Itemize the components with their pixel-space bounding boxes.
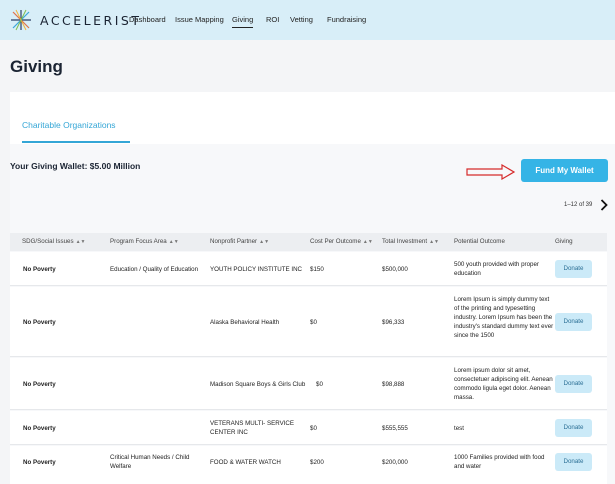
sort-icon: ▲▼	[429, 239, 439, 245]
header-sdg-social-issues[interactable]: SDG/Social Issues ▲▼	[22, 238, 86, 245]
pagination-info: 1–12 of 39	[564, 202, 593, 208]
donate-button[interactable]: Donate	[555, 313, 592, 331]
nav-item-roi[interactable]: ROI	[266, 15, 279, 24]
cell-issue: No Poverty	[23, 266, 56, 273]
donate-button[interactable]: Donate	[555, 375, 592, 393]
header-cost-per-outcome[interactable]: Cost Per Outcome ▲▼	[310, 238, 373, 245]
sort-icon: ▲▼	[259, 239, 270, 245]
tab-bar: Charitable Organizations	[10, 92, 615, 144]
cell-investment: $98,888	[382, 381, 405, 388]
cell-outcome: test	[454, 425, 464, 432]
cell-cost: $150	[310, 266, 324, 273]
cell-investment: $555,555	[382, 425, 408, 432]
cell-partner: VETERANS MULTI- SERVICE CENTER INC	[210, 420, 295, 436]
top-nav: ACCELERIST Dashboard Issue Mapping Givin…	[0, 0, 615, 40]
table-row: No Poverty Alaska Behavioral Health $0 $…	[10, 287, 607, 357]
table-row: No Poverty Madison Square Boys & Girls C…	[10, 358, 607, 410]
cell-outcome: Lorem ipsum dolor sit amet, consectetuer…	[454, 367, 553, 401]
nav-item-fundraising[interactable]: Fundraising	[327, 15, 366, 24]
cell-issue: No Poverty	[23, 459, 56, 466]
header-program-focus-area[interactable]: Program Focus Area ▲▼	[110, 238, 179, 245]
donate-button[interactable]: Donate	[555, 453, 592, 471]
donate-button[interactable]: Donate	[555, 260, 592, 278]
sort-icon: ▲▼	[168, 239, 179, 245]
cell-investment: $500,000	[382, 266, 408, 273]
nav-item-dashboard[interactable]: Dashboard	[129, 15, 166, 24]
header-total-investment[interactable]: Total Investment ▲▼	[382, 238, 439, 245]
page-title: Giving	[10, 57, 63, 76]
nav-item-vetting[interactable]: Vetting	[290, 15, 313, 24]
cell-partner: YOUTH POLICY INSTITUTE INC	[210, 266, 303, 273]
cell-issue: No Poverty	[23, 381, 56, 388]
cell-cost: $0	[310, 425, 317, 432]
cell-cost: $0	[310, 319, 317, 326]
sort-icon: ▲▼	[75, 239, 86, 245]
nav-item-giving[interactable]: Giving	[232, 15, 254, 28]
cell-investment: $96,333	[382, 319, 405, 326]
table-row: No Poverty VETERANS MULTI- SERVICE CENTE…	[10, 411, 607, 445]
cell-focus-area: Critical Human Needs / Child Welfare	[110, 454, 190, 470]
cell-investment: $200,000	[382, 459, 408, 466]
table-row: No Poverty Education / Quality of Educat…	[10, 252, 607, 286]
accelerist-logo-icon[interactable]	[10, 9, 32, 31]
cell-partner: FOOD & WATER WATCH	[210, 459, 281, 466]
cell-partner: Madison Square Boys & Girls Club	[210, 381, 306, 388]
sort-icon: ▲▼	[362, 239, 373, 245]
table-header: SDG/Social Issues ▲▼ Program Focus Area ▲▼…	[10, 233, 607, 251]
cell-partner: Alaska Behavioral Health	[210, 319, 280, 326]
header-potential-outcome: Potential Outcome	[454, 238, 505, 245]
cell-outcome: Lorem Ipsum is simply dummy text of the …	[454, 296, 554, 339]
active-tab-indicator	[22, 141, 130, 143]
cell-outcome: 1000 Families provided with food and wat…	[454, 454, 545, 470]
donate-button[interactable]: Donate	[555, 419, 592, 437]
cell-focus-area: Education / Quality of Education	[110, 266, 199, 273]
tab-charitable-organizations[interactable]: Charitable Organizations	[22, 120, 116, 130]
chevron-right-icon[interactable]	[600, 199, 608, 211]
cell-issue: No Poverty	[23, 425, 56, 432]
header-nonprofit-partner[interactable]: Nonprofit Partner ▲▼	[210, 238, 269, 245]
header-giving: Giving	[555, 238, 573, 245]
fund-my-wallet-button[interactable]: Fund My Wallet	[521, 159, 608, 182]
table-row: No Poverty Critical Human Needs / Child …	[10, 446, 607, 484]
cell-cost: $0	[316, 381, 323, 388]
annotation-arrow-icon	[466, 164, 516, 180]
brand-name: ACCELERIST	[40, 13, 142, 28]
cell-outcome: 500 youth provided with proper education	[454, 261, 539, 277]
cell-cost: $200	[310, 459, 324, 466]
giving-wallet-balance: Your Giving Wallet: $5.00 Million	[10, 161, 141, 171]
cell-issue: No Poverty	[23, 319, 56, 326]
nav-item-issue-mapping[interactable]: Issue Mapping	[175, 15, 224, 24]
